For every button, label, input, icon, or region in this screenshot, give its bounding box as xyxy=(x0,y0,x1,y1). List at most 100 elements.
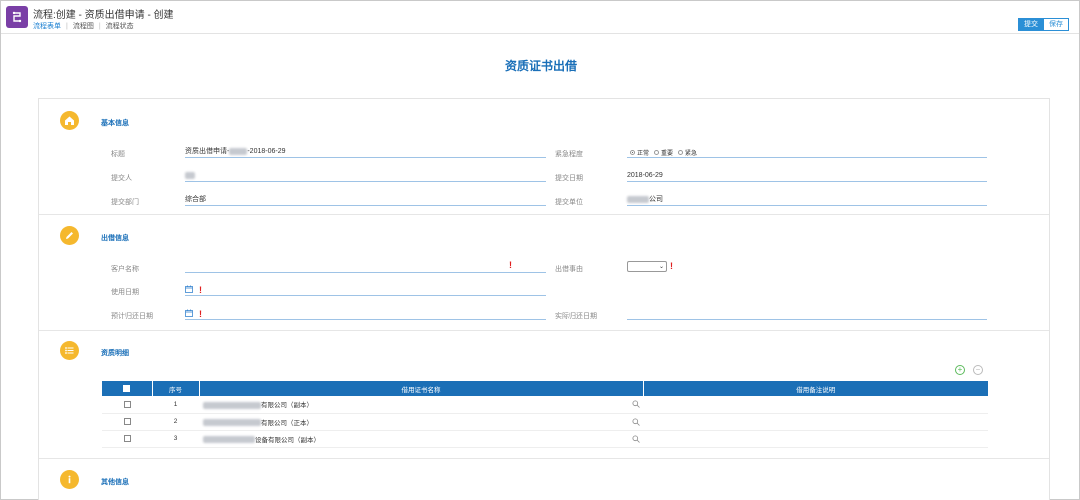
pencil-icon xyxy=(60,226,79,245)
remark-cell[interactable] xyxy=(643,430,988,448)
flow-title: 流程:创建 - 资质出借申请 - 创建 xyxy=(33,10,174,21)
dept-label: 提交部门 xyxy=(111,199,139,206)
row-checkbox[interactable] xyxy=(123,417,131,425)
table-row: 3 设备有限公司（副本） xyxy=(102,430,988,448)
search-icon[interactable] xyxy=(632,400,640,408)
tab-status[interactable]: 流程状态 xyxy=(106,21,134,31)
return-date-field[interactable] xyxy=(185,308,546,320)
remark-cell[interactable] xyxy=(643,396,988,414)
submitter-field[interactable] xyxy=(185,170,546,182)
list-icon xyxy=(60,341,79,360)
row-select-cell xyxy=(102,430,152,448)
row-number: 1 xyxy=(152,396,199,414)
urgency-important-label: 重要 xyxy=(661,151,674,157)
column-header: 序号 xyxy=(152,381,200,396)
info-icon xyxy=(60,470,79,489)
required-mark: ! xyxy=(199,309,202,319)
add-row-icon[interactable]: + xyxy=(955,365,965,375)
row-checkbox[interactable] xyxy=(123,434,131,442)
actual-return-field[interactable] xyxy=(627,308,987,320)
return-date-label: 预计归还日期 xyxy=(111,313,153,320)
submitter-label: 提交人 xyxy=(111,175,132,182)
tab-diagram[interactable]: 流程图 xyxy=(73,21,94,31)
redacted-text xyxy=(185,171,195,179)
submit-date-label: 提交日期 xyxy=(555,175,583,182)
row-select-cell xyxy=(102,396,152,414)
chevron-down-icon: ⌄ xyxy=(658,264,664,270)
home-icon xyxy=(60,111,79,130)
search-icon[interactable] xyxy=(632,434,640,443)
reason-select[interactable]: ⌄ xyxy=(627,261,667,272)
submit-button[interactable]: 提交 xyxy=(1018,18,1044,31)
required-mark: ! xyxy=(509,260,512,270)
redacted-text xyxy=(203,402,261,410)
header-actions: 提交 保存 xyxy=(1018,18,1069,31)
save-button[interactable]: 保存 xyxy=(1044,18,1069,31)
tab-separator: | xyxy=(66,22,68,30)
section-basic-info: 基本信息 标题 资质出借申请- -2018-06-29 紧急程度 正常 重要 紧急… xyxy=(39,99,1049,215)
search-icon[interactable] xyxy=(632,417,640,426)
section-other-info: 其他信息 xyxy=(39,459,1049,500)
urgency-urgent-label: 紧急 xyxy=(685,151,698,157)
customer-label: 客户名称 xyxy=(111,266,139,273)
customer-field[interactable] xyxy=(185,261,546,273)
section-title-basic: 基本信息 xyxy=(101,120,129,127)
table-header-row: 序号 借用证书名称 借用备注说明 xyxy=(102,381,988,396)
section-title-detail: 资质明细 xyxy=(101,350,129,357)
calendar-icon[interactable] xyxy=(185,309,193,317)
workflow-logo-icon xyxy=(6,6,28,28)
table-row: 1 有限公司（副本） xyxy=(102,396,988,414)
row-number: 3 xyxy=(152,430,199,448)
use-date-field[interactable] xyxy=(185,284,546,296)
remark-cell[interactable] xyxy=(643,413,988,431)
select-all-checkbox[interactable] xyxy=(123,384,131,392)
subject-suffix: -2018-06-29 xyxy=(247,148,286,155)
redacted-text xyxy=(203,419,261,427)
unit-field[interactable]: 公司 xyxy=(627,194,987,206)
certificate-name: 有限公司（正本） xyxy=(261,419,313,427)
unit-suffix: 公司 xyxy=(649,196,663,203)
urgency-normal-label: 正常 xyxy=(637,151,650,157)
redacted-text xyxy=(627,195,649,203)
table-row: 2 有限公司（正本） xyxy=(102,413,988,431)
urgency-urgent-radio[interactable]: 紧急 xyxy=(678,148,697,157)
radio-dot-icon xyxy=(630,150,635,155)
required-mark: ! xyxy=(670,261,673,271)
page-title: 资质证书出借 xyxy=(504,59,577,73)
dept-field[interactable]: 综合部 xyxy=(185,194,546,206)
section-title-other: 其他信息 xyxy=(101,479,129,486)
subject-prefix: 资质出借申请- xyxy=(185,148,230,155)
reason-label: 出借事由 xyxy=(555,266,583,273)
subject-label: 标题 xyxy=(111,151,125,158)
calendar-icon[interactable] xyxy=(185,285,193,293)
redacted-text xyxy=(203,436,255,444)
tab-separator: | xyxy=(98,22,101,30)
redacted-text xyxy=(229,147,248,155)
urgency-label: 紧急程度 xyxy=(555,151,583,158)
app-header: 流程:创建 - 资质出借申请 - 创建 流程表单 | 流程图 | 流程状态 提交… xyxy=(1,1,1079,34)
unit-label: 提交单位 xyxy=(555,199,583,206)
urgency-important-radio[interactable]: 重要 xyxy=(654,148,673,157)
submit-date-field[interactable]: 2018-06-29 xyxy=(627,170,987,182)
certificate-name-cell[interactable]: 有限公司（正本） xyxy=(199,413,643,431)
certificate-name: 有限公司（副本） xyxy=(261,402,313,410)
section-title-loan: 出借信息 xyxy=(101,235,129,242)
tab-form[interactable]: 流程表单 xyxy=(33,21,61,31)
subject-field[interactable]: 资质出借申请- -2018-06-29 xyxy=(185,146,546,158)
urgency-normal-radio[interactable]: 正常 xyxy=(630,148,649,157)
select-all-cell xyxy=(102,381,153,396)
row-select-cell xyxy=(102,413,152,431)
certificate-name-cell[interactable]: 有限公司（副本） xyxy=(199,396,643,414)
section-loan-info: 出借信息 客户名称 ! 出借事由 ⌄ ! 使用日期 ! 预计归还日期 ! 实际归… xyxy=(39,215,1049,331)
column-header: 借用备注说明 xyxy=(643,381,988,396)
certificate-name: 设备有限公司（副本） xyxy=(255,436,320,444)
remove-row-icon[interactable]: − xyxy=(973,365,983,375)
actual-return-label: 实际归还日期 xyxy=(555,313,597,320)
required-mark: ! xyxy=(199,285,202,295)
row-number: 2 xyxy=(152,413,199,431)
radio-dot-icon xyxy=(678,150,684,155)
column-header: 借用证书名称 xyxy=(199,381,644,396)
certificate-name-cell[interactable]: 设备有限公司（副本） xyxy=(199,430,643,448)
radio-dot-icon xyxy=(654,150,660,155)
row-checkbox[interactable] xyxy=(123,400,131,408)
